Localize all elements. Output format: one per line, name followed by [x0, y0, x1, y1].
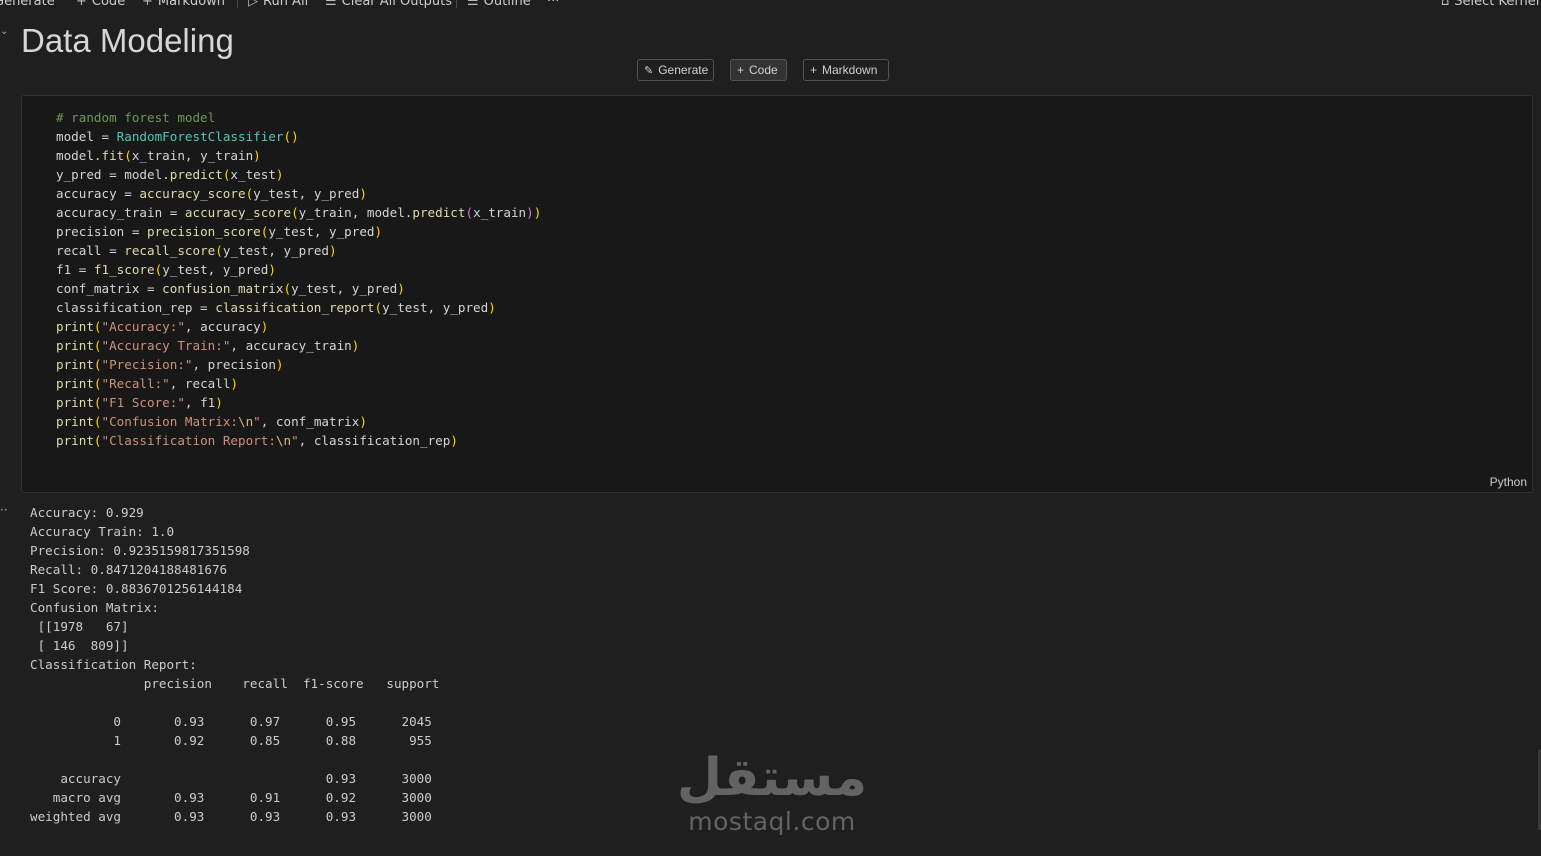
cell-add-markdown-button[interactable]: + Markdown	[803, 59, 889, 81]
code-line: print("Accuracy:", accuracy)	[56, 319, 269, 334]
code-line: print("F1 Score:", f1)	[56, 395, 223, 410]
code-line: precision = precision_score(y_test, y_pr…	[56, 224, 383, 239]
plus-icon: +	[142, 0, 153, 9]
code-line: print("Recall:", recall)	[56, 376, 239, 391]
plus-icon: +	[737, 63, 745, 77]
code-line: classification_rep = classification_repo…	[56, 300, 496, 315]
toolbar-divider	[456, 0, 457, 8]
clear-all-outputs-button[interactable]: ☰ Clear All Outputs	[325, 0, 452, 9]
cell-language-label[interactable]: Python	[1490, 475, 1527, 489]
toolbar-markdown-label: Markdown	[157, 0, 226, 9]
code-line: print("Classification Report:\n", classi…	[56, 433, 458, 448]
code-editor[interactable]: # random forest model model = RandomFore…	[56, 108, 541, 450]
code-line: print("Precision:", precision)	[56, 357, 284, 372]
watermark-arabic: مستقل	[676, 748, 868, 808]
collapse-chevron-icon[interactable]: ⌄	[0, 26, 8, 37]
code-line: accuracy_train = accuracy_score(y_train,…	[56, 205, 542, 220]
cell-generate-label: Generate	[658, 63, 709, 77]
code-line: accuracy = accuracy_score(y_test, y_pred…	[56, 186, 367, 201]
run-all-icon: ▷	[248, 0, 258, 9]
code-line: y_pred = model.predict(x_test)	[56, 167, 284, 182]
code-line: recall = recall_score(y_test, y_pred)	[56, 243, 337, 258]
add-markdown-button[interactable]: + Markdown	[142, 0, 225, 9]
select-kernel-button[interactable]: ⌂ Select Kernel	[1441, 0, 1539, 9]
toolbar-divider	[237, 0, 238, 8]
cell-output: Accuracy: 0.929 Accuracy Train: 1.0 Prec…	[30, 505, 440, 824]
outline-button[interactable]: ☰ Outline	[467, 0, 531, 9]
toolbar-outline-label: Outline	[483, 0, 531, 9]
more-icon: ···	[547, 0, 560, 9]
run-all-button[interactable]: ▷ Run All	[248, 0, 308, 9]
code-cell[interactable]: # random forest model model = RandomFore…	[21, 95, 1533, 493]
code-line: f1 = f1_score(y_test, y_pred)	[56, 262, 276, 277]
code-line: conf_matrix = confusion_matrix(y_test, y…	[56, 281, 405, 296]
outline-icon: ☰	[467, 0, 479, 9]
output-actions-icon[interactable]: ··	[0, 503, 8, 517]
toolbar-run-all-label: Run All	[263, 0, 309, 9]
code-line: # random forest model	[56, 110, 216, 125]
kernel-icon: ⌂	[1441, 0, 1450, 9]
cell-generate-button[interactable]: ✎ Generate	[637, 59, 714, 81]
clear-outputs-icon: ☰	[325, 0, 337, 9]
notebook-toolbar: Generate + Code + Markdown ▷ Run All ☰ C…	[0, 0, 1541, 10]
toolbar-select-kernel-label: Select Kernel	[1454, 0, 1540, 9]
add-code-button[interactable]: + Code	[76, 0, 125, 9]
cell-add-code-button[interactable]: + Code	[730, 59, 787, 81]
sparkle-icon: ✎	[644, 64, 654, 77]
generate-button[interactable]: Generate	[0, 0, 55, 9]
toolbar-generate-label: Generate	[0, 0, 55, 9]
page-title: Data Modeling	[21, 22, 234, 59]
code-line: model = RandomForestClassifier()	[56, 129, 299, 144]
more-actions-button[interactable]: ···	[547, 0, 559, 9]
plus-icon: +	[76, 0, 87, 9]
watermark-latin: mostaql.com	[688, 807, 856, 836]
cell-code-label: Code	[749, 63, 778, 77]
code-line: model.fit(x_train, y_train)	[56, 148, 261, 163]
plus-icon: +	[810, 63, 818, 77]
toolbar-code-label: Code	[91, 0, 126, 9]
watermark-logo: مستقل mostaql.com	[674, 748, 870, 842]
toolbar-clear-label: Clear All Outputs	[341, 0, 452, 9]
code-line: print("Confusion Matrix:\n", conf_matrix…	[56, 414, 367, 429]
cell-markdown-label: Markdown	[822, 63, 878, 77]
code-line: print("Accuracy Train:", accuracy_train)	[56, 338, 360, 353]
